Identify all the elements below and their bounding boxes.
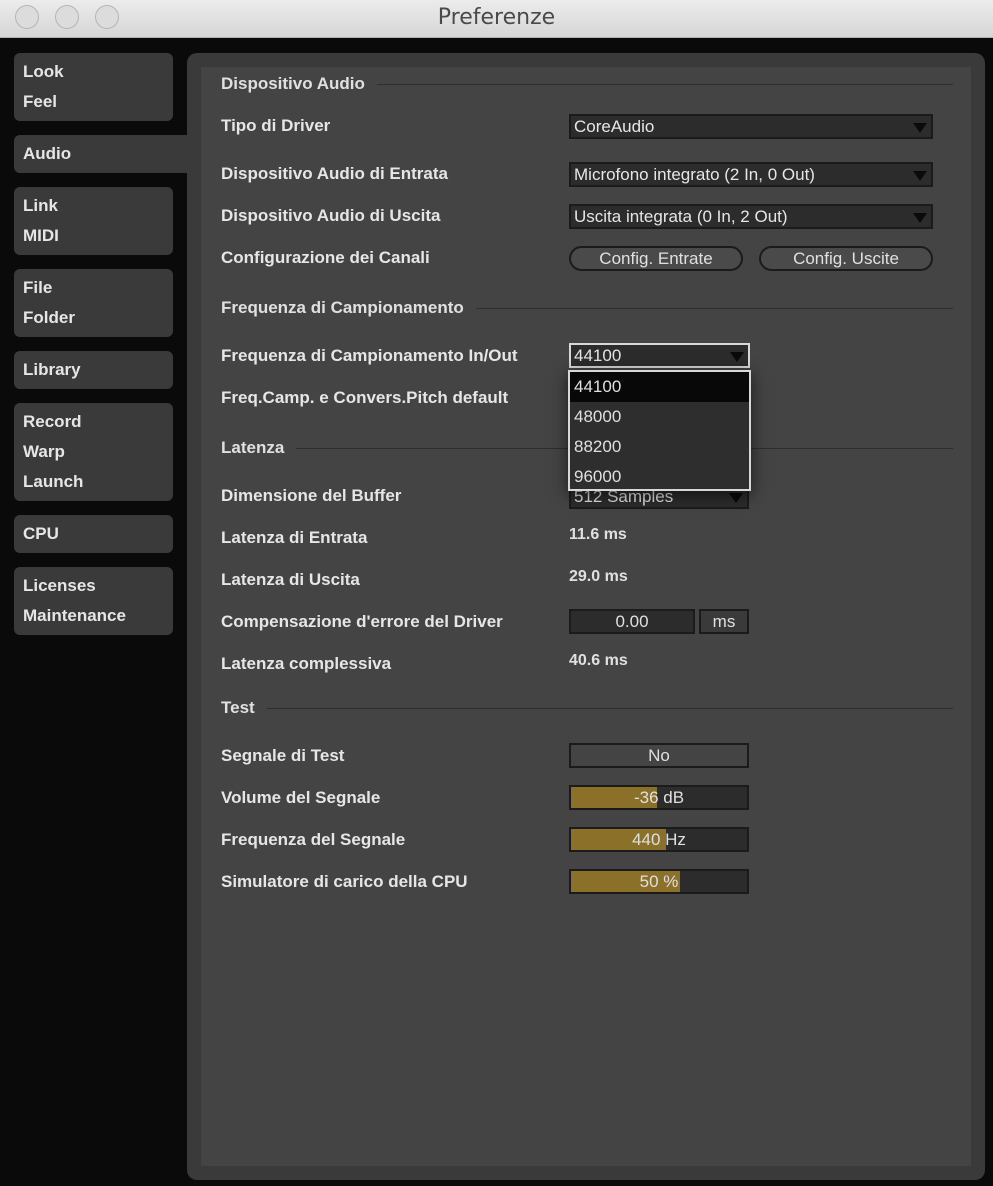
option-48000[interactable]: 48000 [570, 402, 749, 432]
section-audio-device: Dispositivo Audio [221, 74, 953, 94]
sidebar-tab-label: CPU [23, 524, 59, 543]
cpu-load-label: Simulatore di carico della CPU [221, 872, 468, 891]
sidebar-tab-label: MIDI [23, 226, 59, 245]
signal-frequency-label: Frequenza del Segnale [221, 830, 406, 849]
sidebar-tab-record-warp-launch[interactable]: Record Warp Launch [14, 403, 173, 501]
section-test: Test [221, 698, 953, 718]
section-title: Dispositivo Audio [221, 74, 365, 93]
sidebar-tab-library[interactable]: Library [14, 351, 173, 389]
driver-type-dropdown[interactable]: CoreAudio [569, 114, 933, 139]
channel-config-label: Configurazione dei Canali [221, 248, 430, 267]
test-signal-label: Segnale di Test [221, 746, 345, 765]
sidebar-tab-cpu[interactable]: CPU [14, 515, 173, 553]
sidebar-tab-label: Launch [23, 472, 84, 491]
driver-error-comp-input[interactable]: 0.00 [569, 609, 695, 634]
sidebar-tab-label: Licenses [23, 576, 96, 595]
toggle-value: No [648, 746, 670, 765]
dropdown-value: Uscita integrata (0 In, 2 Out) [574, 207, 788, 226]
sidebar-tab-label: Warp [23, 442, 65, 461]
sidebar-tab-label: Audio [23, 144, 72, 163]
dropdown-value: 44100 [574, 346, 622, 365]
sidebar-tab-label: Feel [23, 92, 58, 111]
chevron-down-icon [913, 123, 927, 133]
section-sample-rate: Frequenza di Campionamento [221, 298, 953, 318]
sample-rate-label: Frequenza di Campionamento In/Out [221, 346, 518, 365]
section-title: Test [221, 698, 255, 717]
driver-error-comp-label: Compensazione d'errore del Driver [221, 612, 503, 631]
section-title: Frequenza di Campionamento [221, 298, 464, 317]
sidebar-tab-label: Link [23, 196, 58, 215]
cpu-load-slider[interactable]: 50 % [569, 869, 749, 894]
sidebar-tab-licenses-maintenance[interactable]: Licenses Maintenance [14, 567, 173, 635]
sidebar-tab-look-feel[interactable]: Look Feel [14, 53, 173, 121]
output-latency-value: 29.0 ms [569, 568, 628, 585]
chevron-down-icon [729, 493, 743, 503]
option-44100[interactable]: 44100 [570, 372, 749, 402]
output-latency-label: Latenza di Uscita [221, 570, 360, 589]
signal-frequency-slider[interactable]: 440 Hz [569, 827, 749, 852]
chevron-down-icon [913, 213, 927, 223]
sample-rate-options-popup: 44100 48000 88200 96000 [568, 370, 751, 491]
config-outputs-button[interactable]: Config. Uscite [759, 246, 933, 271]
driver-type-label: Tipo di Driver [221, 116, 331, 135]
sidebar-tab-label: Folder [23, 308, 75, 327]
chevron-down-icon [730, 352, 744, 362]
config-inputs-button[interactable]: Config. Entrate [569, 246, 743, 271]
input-latency-label: Latenza di Entrata [221, 528, 368, 547]
option-88200[interactable]: 88200 [570, 432, 749, 462]
dropdown-value: Microfono integrato (2 In, 0 Out) [574, 165, 815, 184]
dropdown-value: CoreAudio [574, 117, 655, 136]
sidebar-tab-label: Look [23, 62, 64, 81]
signal-volume-label: Volume del Segnale [221, 788, 381, 807]
sidebar-tab-file-folder[interactable]: File Folder [14, 269, 173, 337]
sidebar-tab-audio[interactable]: Audio [14, 135, 194, 173]
output-device-label: Dispositivo Audio di Uscita [221, 206, 441, 225]
test-signal-toggle[interactable]: No [569, 743, 749, 768]
sample-rate-dropdown[interactable]: 44100 [569, 343, 750, 368]
sidebar-tab-label: Library [23, 360, 81, 379]
input-device-dropdown[interactable]: Microfono integrato (2 In, 0 Out) [569, 162, 933, 187]
section-title: Latenza [221, 438, 285, 457]
input-value: 0.00 [615, 612, 649, 631]
ms-unit-label: ms [699, 609, 749, 634]
slider-value: 440 Hz [632, 830, 686, 849]
sidebar-tab-label: Record [23, 412, 82, 431]
pitch-default-label: Freq.Camp. e Convers.Pitch default [221, 388, 509, 407]
output-device-dropdown[interactable]: Uscita integrata (0 In, 2 Out) [569, 204, 933, 229]
sidebar-tab-link-midi[interactable]: Link MIDI [14, 187, 173, 255]
input-latency-value: 11.6 ms [569, 526, 627, 543]
sidebar-tab-label: Maintenance [23, 606, 126, 625]
window-title: Preferenze [437, 5, 556, 30]
unit-text: ms [712, 612, 736, 631]
signal-volume-slider[interactable]: -36 dB [569, 785, 749, 810]
total-latency-value: 40.6 ms [569, 652, 628, 669]
sidebar-tab-label: File [23, 278, 53, 297]
total-latency-label: Latenza complessiva [221, 654, 392, 673]
slider-value: -36 dB [633, 788, 685, 807]
input-device-label: Dispositivo Audio di Entrata [221, 164, 448, 183]
title-bar: Preferenze [0, 0, 993, 38]
option-96000[interactable]: 96000 [570, 462, 749, 492]
buffer-size-label: Dimensione del Buffer [221, 486, 402, 505]
chevron-down-icon [913, 171, 927, 181]
slider-value: 50 % [639, 872, 679, 891]
